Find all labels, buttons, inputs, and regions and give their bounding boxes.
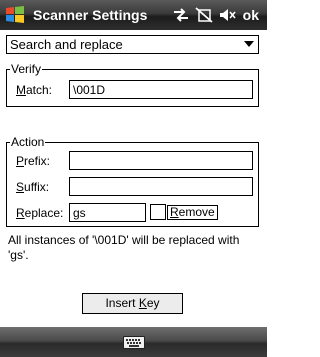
- ok-button[interactable]: ok: [243, 7, 259, 23]
- remove-checkbox[interactable]: [150, 204, 166, 220]
- windows-start-icon[interactable]: [4, 4, 26, 26]
- replace-summary-text: All instances of '\001D' will be replace…: [8, 233, 240, 262]
- connectivity-icon[interactable]: [172, 7, 190, 23]
- mode-dropdown-value: Search and replace: [10, 37, 123, 52]
- keyboard-icon[interactable]: [123, 336, 145, 349]
- window-title: Scanner Settings: [33, 7, 148, 23]
- action-group-label: Action: [10, 135, 46, 149]
- match-input[interactable]: \001D: [69, 80, 253, 99]
- suffix-label: Suffix:: [16, 180, 50, 194]
- replace-label: Replace:: [16, 206, 64, 220]
- action-group: Action Prefix: Suffix: Replace: gs Remov…: [6, 135, 259, 227]
- replace-input[interactable]: gs: [69, 203, 146, 222]
- phone-off-icon[interactable]: [195, 7, 213, 23]
- chevron-down-icon: [244, 41, 254, 47]
- suffix-input[interactable]: [69, 177, 253, 196]
- mode-dropdown[interactable]: Search and replace: [6, 35, 259, 54]
- volume-muted-icon[interactable]: [218, 7, 236, 23]
- match-label: Match:: [16, 83, 53, 97]
- insert-key-button[interactable]: Insert Key: [82, 293, 183, 314]
- verify-group-label: Verify: [10, 62, 43, 76]
- title-bar: Scanner Settings ok: [0, 0, 267, 30]
- prefix-label: Prefix:: [16, 154, 51, 168]
- bottom-menu-bar: [0, 327, 267, 357]
- prefix-input[interactable]: [69, 151, 253, 170]
- remove-checkbox-label[interactable]: Remove: [167, 205, 218, 220]
- verify-group: Verify Match: \001D: [6, 62, 259, 107]
